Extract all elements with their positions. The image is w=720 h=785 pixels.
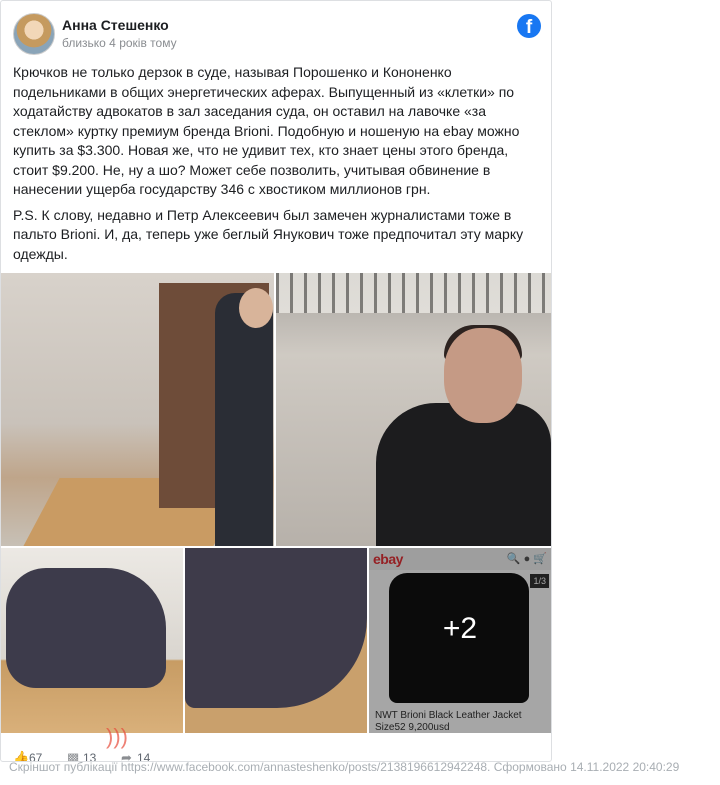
photo-gallery: ebay 🔍 ● 🛒 1/3 NWT Brioni Black Leather … [1,273,551,733]
facebook-post-card: Анна Стешенко близько 4 років тому f Крю… [0,0,552,762]
face-shape [444,328,522,423]
photo-courtroom-2[interactable] [276,273,551,546]
photo-courtroom-1[interactable] [1,273,274,546]
ceiling-grid-shape [276,273,551,313]
author-avatar[interactable] [13,13,55,55]
jacket-shape [185,548,367,708]
coat-shape [376,403,551,546]
post-time[interactable]: близько 4 років тому [62,36,177,50]
post-paragraph-2: P.S. К слову, недавно и Петр Алексеевич … [13,206,524,262]
photo-jacket-bench-2[interactable] [185,548,367,733]
post-paragraph-1: Крючков не только дерзок в суде, называя… [13,64,520,197]
screenshot-watermark: Скріншот публікації https://www.facebook… [9,760,680,774]
post-header: Анна Стешенко близько 4 років тому f [13,13,541,55]
facebook-icon[interactable]: f [517,14,541,38]
watermark-logo-icon: ))) [106,724,128,749]
more-photos-count[interactable]: +2 [369,612,551,646]
photo-jacket-bench-1[interactable] [1,548,183,733]
person-head-shape [239,288,273,328]
post-text: Крючков не только дерзок в суде, называя… [13,63,533,270]
jacket-shape [6,568,166,688]
person-shape [215,293,273,546]
author-name[interactable]: Анна Стешенко [62,17,169,33]
photo-ebay-listing[interactable]: ebay 🔍 ● 🛒 1/3 NWT Brioni Black Leather … [369,548,551,733]
